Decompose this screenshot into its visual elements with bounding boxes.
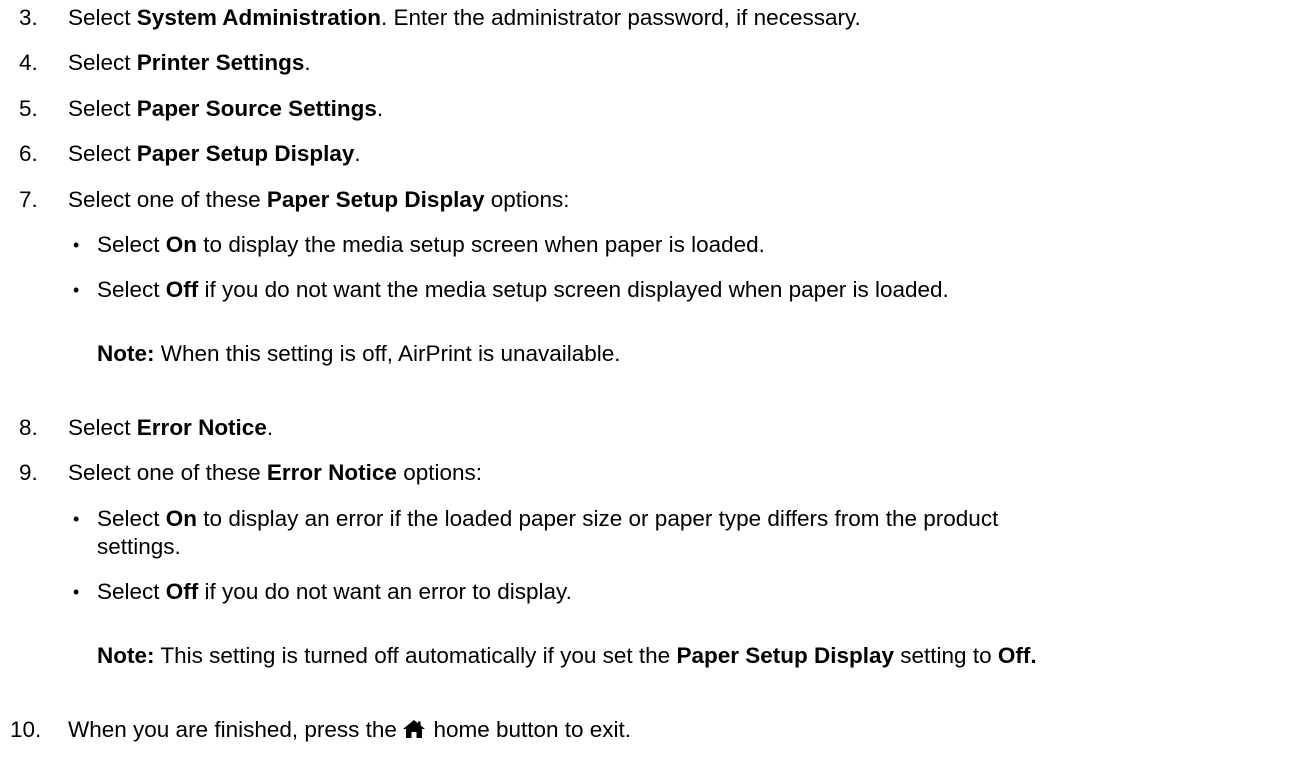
step-text: Select Paper Source Settings.	[68, 96, 384, 121]
step-text: Select Error Notice.	[68, 415, 274, 440]
step-number: 6.	[19, 141, 38, 166]
note-text: Note: When this setting is off, AirPrint…	[97, 341, 621, 366]
step-text: Select Paper Setup Display.	[68, 141, 361, 166]
step-number: 10.	[10, 717, 42, 742]
bullet-icon: •	[73, 235, 80, 255]
note-text: Note: This setting is turned off automat…	[97, 643, 1037, 668]
bullet-icon: •	[73, 509, 80, 529]
option-text: Select Off if you do not want an error t…	[97, 579, 572, 604]
step-number: 9.	[19, 460, 38, 485]
option-text: Select Off if you do not want the media …	[97, 277, 949, 302]
option-text: settings.	[97, 534, 181, 559]
step-number: 4.	[19, 50, 38, 75]
step-number: 5.	[19, 96, 38, 121]
bullet-icon: •	[73, 582, 80, 602]
step-number: 3.	[19, 5, 38, 30]
step-text: Select one of these Error Notice options…	[68, 460, 482, 485]
option-text: Select On to display an error if the loa…	[97, 506, 999, 531]
option-text: Select On to display the media setup scr…	[97, 232, 765, 257]
step-text: Select one of these Paper Setup Display …	[68, 187, 570, 212]
step-number: 7.	[19, 187, 38, 212]
step-text: When you are finished, press the home bu…	[68, 717, 632, 742]
bullet-icon: •	[73, 280, 80, 300]
step-text: Select Printer Settings.	[68, 50, 311, 75]
step-text: Select System Administration. Enter the …	[68, 5, 861, 30]
step-number: 8.	[19, 415, 38, 440]
home-icon	[403, 720, 426, 738]
